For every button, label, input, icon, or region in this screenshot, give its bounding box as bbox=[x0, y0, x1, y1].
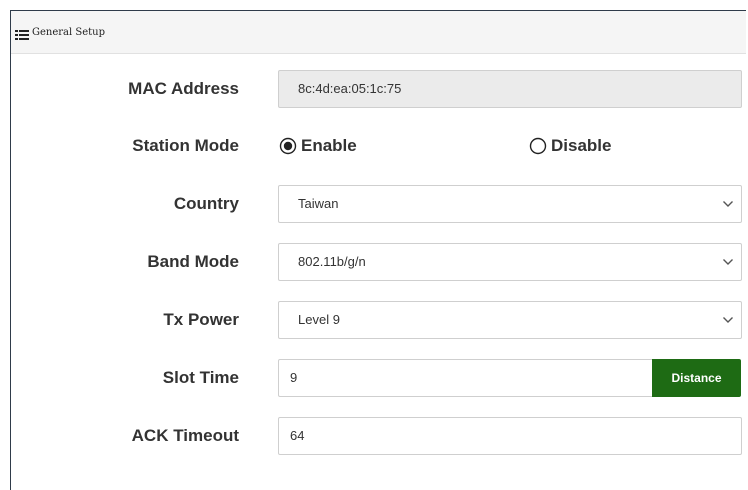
chevron-down-icon bbox=[715, 186, 741, 222]
country-select[interactable]: Taiwan bbox=[278, 185, 742, 223]
mac-address-row: MAC Address 8c:4d:ea:05:1c:75 bbox=[11, 70, 746, 108]
ack-timeout-label: ACK Timeout bbox=[131, 426, 239, 445]
chevron-down-icon bbox=[715, 302, 741, 338]
slot-time-input[interactable]: 9 bbox=[278, 359, 653, 397]
station-mode-label: Station Mode bbox=[132, 136, 239, 155]
slot-time-label: Slot Time bbox=[162, 368, 239, 387]
tx-power-select[interactable]: Level 9 bbox=[278, 301, 742, 339]
station-mode-row: Station Mode Enable Disable bbox=[11, 127, 746, 165]
list-icon bbox=[15, 27, 29, 40]
band-mode-select[interactable]: 802.11b/g/n bbox=[278, 243, 742, 281]
mac-address-label: MAC Address bbox=[128, 79, 239, 98]
band-mode-label: Band Mode bbox=[147, 252, 239, 271]
distance-button[interactable]: Distance bbox=[652, 359, 741, 397]
country-row: Country Taiwan bbox=[11, 185, 746, 223]
band-mode-value: 802.11b/g/n bbox=[298, 254, 366, 269]
panel-header: General Setup bbox=[11, 11, 746, 54]
chevron-down-icon bbox=[715, 244, 741, 280]
country-label: Country bbox=[173, 194, 239, 213]
tx-power-row: Tx Power Level 9 bbox=[11, 301, 746, 339]
tx-power-value: Level 9 bbox=[298, 312, 340, 327]
band-mode-row: Band Mode 802.11b/g/n bbox=[11, 243, 746, 281]
mac-address-field: 8c:4d:ea:05:1c:75 bbox=[278, 70, 742, 108]
slot-time-row: Slot Time 9 Distance bbox=[11, 359, 746, 397]
enable-label: Enable bbox=[301, 136, 357, 155]
station-mode-disable-radio[interactable]: Disable bbox=[529, 127, 611, 165]
ack-timeout-row: ACK Timeout 64 bbox=[11, 417, 746, 455]
disable-label: Disable bbox=[551, 136, 612, 155]
radio-unchecked-icon[interactable] bbox=[529, 137, 547, 155]
station-mode-enable-radio[interactable]: Enable bbox=[279, 127, 357, 165]
radio-checked-icon[interactable] bbox=[279, 137, 297, 155]
country-value: Taiwan bbox=[298, 196, 339, 211]
panel-title: General Setup bbox=[32, 26, 106, 38]
general-setup-panel: General Setup MAC Address 8c:4d:ea:05:1c… bbox=[10, 10, 746, 490]
ack-timeout-input[interactable]: 64 bbox=[278, 417, 742, 455]
tx-power-label: Tx Power bbox=[163, 310, 239, 329]
